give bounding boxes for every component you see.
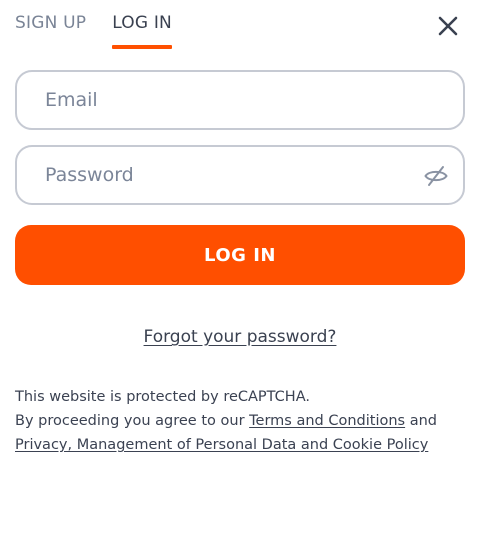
agreement-prefix: By proceeding you agree to our (15, 413, 250, 429)
agreement-notice: By proceeding you agree to our Terms and… (15, 409, 470, 433)
password-field (15, 145, 465, 205)
auth-tabs: SIGN UP LOG IN (15, 12, 172, 49)
tab-sign-up[interactable]: SIGN UP (15, 12, 86, 48)
log-in-button[interactable]: LOG IN (15, 225, 465, 285)
email-input[interactable] (43, 88, 427, 112)
eye-off-icon[interactable] (423, 163, 449, 189)
close-icon[interactable] (434, 12, 462, 40)
privacy-policy-link[interactable]: Privacy, Management of Personal Data and… (15, 437, 428, 453)
password-input[interactable] (43, 163, 427, 187)
email-field (15, 70, 465, 130)
tab-log-in[interactable]: LOG IN (112, 12, 172, 49)
forgot-password-link[interactable]: Forgot your password? (144, 327, 337, 347)
legal-notice: This website is protected by reCAPTCHA. … (15, 385, 470, 457)
terms-link[interactable]: Terms and Conditions (249, 413, 405, 429)
recaptcha-notice: This website is protected by reCAPTCHA. (15, 389, 310, 405)
forgot-password-row: Forgot your password? (0, 327, 480, 347)
agreement-suffix: and (405, 413, 437, 429)
